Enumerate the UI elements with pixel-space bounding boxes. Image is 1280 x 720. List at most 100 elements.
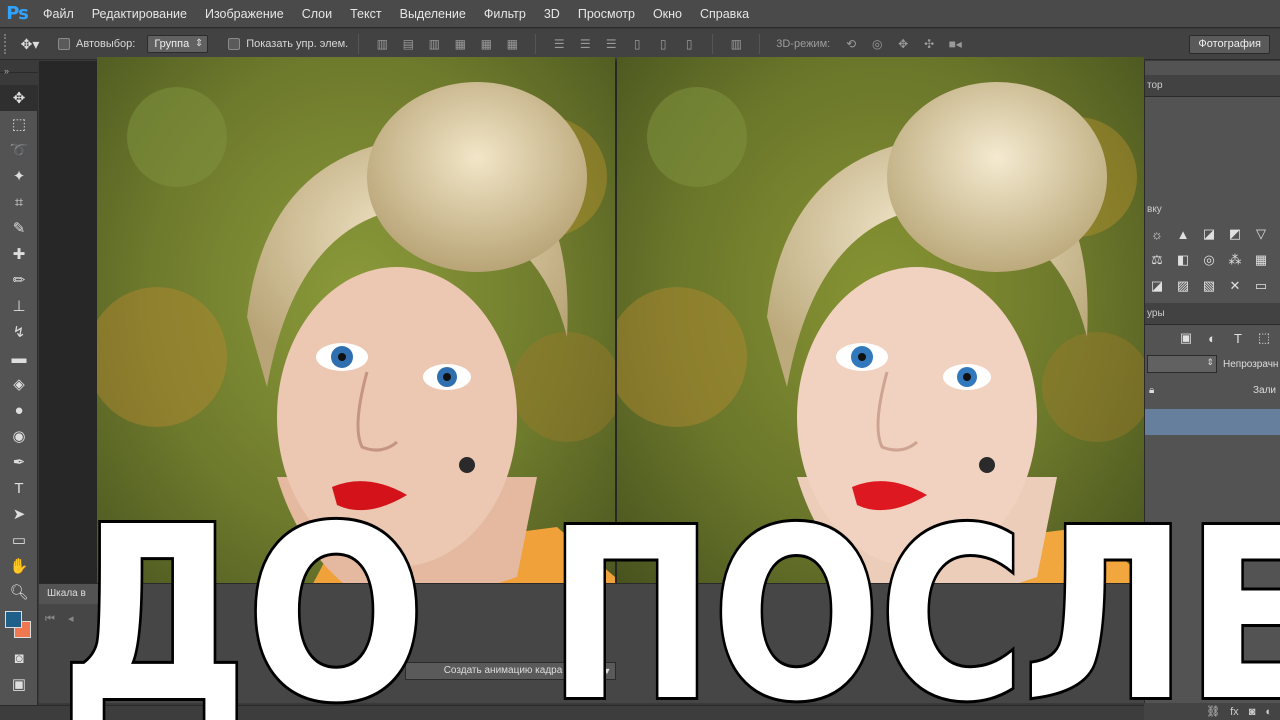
distribute-right-icon[interactable]: ▯ — [676, 34, 702, 54]
hue-icon[interactable]: ⚖ — [1147, 250, 1167, 270]
label-after: ПОСЛЕ — [545, 478, 1280, 720]
menu-window[interactable]: Окно — [644, 0, 691, 28]
healing-brush-icon[interactable]: ✚ — [0, 241, 38, 267]
selected-layer-row[interactable] — [1145, 409, 1280, 435]
blend-mode-dropdown[interactable] — [1147, 355, 1217, 373]
first-frame-icon[interactable]: ⏮ — [45, 613, 55, 625]
toolpanel-header[interactable]: » — [0, 61, 38, 76]
brush-tool-icon[interactable]: ✏ — [0, 267, 38, 293]
lasso-tool-icon[interactable]: ➰ — [0, 137, 38, 163]
menu-bar: Ps Файл Редактирование Изображение Слои … — [0, 0, 1280, 28]
show-transform-checkbox[interactable] — [228, 38, 241, 50]
quick-mask-icon[interactable]: ◙ — [0, 645, 38, 671]
eraser-tool-icon[interactable]: ▬ — [0, 345, 38, 371]
path-select-icon[interactable]: ➤ — [0, 501, 38, 527]
menu-select[interactable]: Выделение — [391, 0, 475, 28]
divider — [712, 34, 714, 54]
zoom-tool-icon[interactable]: 🔍︎ — [0, 579, 38, 605]
filter-adjust-icon[interactable]: ◐ — [1202, 328, 1222, 348]
filter-image-icon[interactable]: ▣ — [1176, 328, 1196, 348]
blur-tool-icon[interactable]: ● — [0, 397, 38, 423]
adjustments-tab[interactable]: вку — [1145, 199, 1280, 221]
invert-icon[interactable]: ◪ — [1147, 276, 1167, 296]
autoselect-checkbox[interactable] — [58, 38, 70, 50]
dodge-tool-icon[interactable]: ◉ — [0, 423, 38, 449]
distribute-bottom-icon[interactable]: ☰ — [598, 34, 624, 54]
workspace-button[interactable]: Фотография — [1189, 35, 1270, 54]
shape-tool-icon[interactable]: ▭ — [0, 527, 38, 553]
channel-mixer-icon[interactable]: ▦ — [1251, 250, 1271, 270]
menu-edit[interactable]: Редактирование — [83, 0, 196, 28]
type-tool-icon[interactable]: T — [0, 475, 38, 501]
collapse-icon[interactable]: » — [0, 66, 9, 76]
lock-icon[interactable]: 🔒︎ — [1149, 385, 1154, 396]
crop-tool-icon[interactable]: ⌗ — [0, 189, 38, 215]
distribute-left-icon[interactable]: ▯ — [624, 34, 650, 54]
exposure-icon[interactable]: ◩ — [1225, 224, 1245, 244]
fill-label: Зали — [1252, 384, 1276, 396]
curves-icon[interactable]: ◪ — [1199, 224, 1219, 244]
posterize-icon[interactable]: ▨ — [1173, 276, 1193, 296]
navigator-tab[interactable]: тор — [1145, 75, 1280, 97]
adjustments-row-3: ◪ ▨ ▧ ✕ ▭ — [1145, 273, 1280, 299]
blend-row: Непрозрачн — [1145, 351, 1280, 377]
align-top-icon[interactable]: ▥ — [369, 34, 395, 54]
label-before: ДО — [57, 475, 428, 720]
menu-image[interactable]: Изображение — [196, 0, 293, 28]
3d-camera-icon[interactable]: ■◂ — [942, 34, 968, 54]
stamp-tool-icon[interactable]: ⊥ — [0, 293, 38, 319]
distribute-vcenter-icon[interactable]: ☰ — [572, 34, 598, 54]
hand-tool-icon[interactable]: ✋ — [0, 553, 38, 579]
align-right-icon[interactable]: ▦ — [499, 34, 525, 54]
autoselect-label: Автовыбор: — [76, 38, 136, 50]
divider — [535, 34, 537, 54]
menu-type[interactable]: Текст — [341, 0, 390, 28]
divider — [759, 34, 761, 54]
foreground-color[interactable] — [5, 611, 22, 628]
marquee-tool-icon[interactable]: ⬚ — [0, 111, 38, 137]
distribute-top-icon[interactable]: ☰ — [546, 34, 572, 54]
3d-roll-icon[interactable]: ◎ — [864, 34, 890, 54]
filter-shape-icon[interactable]: ⬚ — [1254, 328, 1274, 348]
distribute-hcenter-icon[interactable]: ▯ — [650, 34, 676, 54]
layers-tab[interactable]: уры — [1145, 303, 1280, 325]
photo-filter-icon[interactable]: ⁂ — [1225, 250, 1245, 270]
filter-type-icon[interactable]: T — [1228, 328, 1248, 348]
color-balance-icon[interactable]: ◧ — [1173, 250, 1193, 270]
options-grip[interactable] — [4, 34, 12, 54]
3d-rotate-icon[interactable]: ⟲ — [838, 34, 864, 54]
screen-mode-icon[interactable]: ▣ — [0, 671, 38, 697]
selective-color-icon[interactable]: ✕ — [1225, 276, 1245, 296]
menu-layers[interactable]: Слои — [293, 0, 341, 28]
align-left-icon[interactable]: ▦ — [447, 34, 473, 54]
threshold-icon[interactable]: ▧ — [1199, 276, 1219, 296]
bw-icon[interactable]: ◎ — [1199, 250, 1219, 270]
photoshop-window: Ps Файл Редактирование Изображение Слои … — [0, 0, 1280, 720]
3d-pan-icon[interactable]: ✥ — [890, 34, 916, 54]
menu-help[interactable]: Справка — [691, 0, 758, 28]
brightness-icon[interactable]: ☼ — [1147, 224, 1167, 244]
align-vcenter-icon[interactable]: ▤ — [395, 34, 421, 54]
vibrance-icon[interactable]: ▽ — [1251, 224, 1271, 244]
eyedropper-icon[interactable]: ✎ — [0, 215, 38, 241]
align-bottom-icon[interactable]: ▥ — [421, 34, 447, 54]
divider — [358, 34, 360, 54]
autoselect-dropdown[interactable]: Группа — [147, 35, 209, 53]
pen-tool-icon[interactable]: ✒ — [0, 449, 38, 475]
align-hcenter-icon[interactable]: ▦ — [473, 34, 499, 54]
adjustments-row-1: ☼ ▲ ◪ ◩ ▽ — [1145, 221, 1280, 247]
move-tool-icon[interactable]: ✥ — [0, 85, 38, 111]
paint-bucket-icon[interactable]: ◈ — [0, 371, 38, 397]
gradient-map-icon[interactable]: ▭ — [1251, 276, 1271, 296]
app-logo: Ps — [6, 3, 29, 24]
menu-filter[interactable]: Фильтр — [475, 0, 535, 28]
3d-slide-icon[interactable]: ✣ — [916, 34, 942, 54]
magic-wand-icon[interactable]: ✦ — [0, 163, 38, 189]
history-brush-icon[interactable]: ↯ — [0, 319, 38, 345]
move-tool-preset-icon[interactable]: ✥▾ — [12, 36, 48, 53]
auto-align-icon[interactable]: ▥ — [723, 34, 749, 54]
menu-3d[interactable]: 3D — [535, 0, 569, 28]
menu-view[interactable]: Просмотр — [569, 0, 644, 28]
levels-icon[interactable]: ▲ — [1173, 224, 1193, 244]
menu-file[interactable]: Файл — [34, 0, 83, 28]
